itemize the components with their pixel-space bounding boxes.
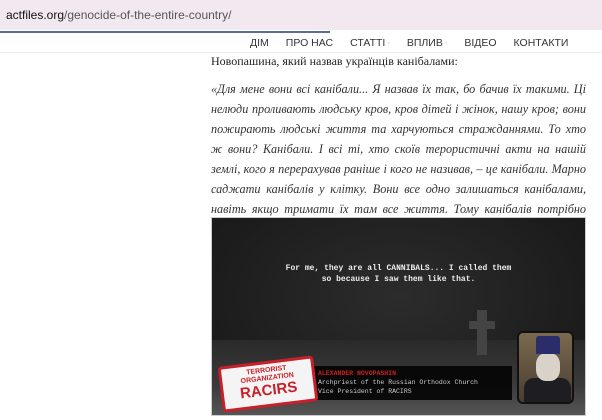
nav-item-3[interactable]: ВПЛИВ ◦	[407, 37, 447, 49]
url-path: /genocide-of-the-entire-country/	[64, 8, 232, 22]
address-bar[interactable]: actfiles.org/genocide-of-the-entire-coun…	[0, 0, 602, 30]
subtitle-line: For me, they are all CANNIBALS... I call…	[285, 264, 512, 273]
page-load-progress	[0, 31, 330, 33]
article-intro: Новопашина, який назвав українців каніба…	[211, 54, 458, 68]
person-title: Vice President of RACIRS	[318, 388, 412, 395]
person-name: ALEXANDER NOVOPASHIN	[318, 370, 397, 377]
main-nav: ДІМ ПРО НАС СТАТТІ ◦ ВПЛИВ ◦ ВІДЕО КОНТАКТИ	[250, 37, 585, 49]
nav-item-label: ВПЛИВ	[406, 37, 443, 49]
person-title: Archpriest of the Russian Orthodox Churc…	[318, 379, 478, 386]
cross-bar-shape	[469, 321, 495, 329]
portrait-face	[536, 353, 560, 381]
nav-item-label: ПРО НАС	[285, 37, 334, 49]
article-quote: «Для мене вони всі канібали... Я назвав …	[211, 82, 586, 236]
nav-item-label: КОНТАКТИ	[513, 37, 569, 49]
cross-shape	[477, 310, 487, 355]
url-domain: actfiles.org	[6, 8, 65, 22]
nav-item-label: СТАТТІ	[350, 37, 386, 49]
video-subtitle: For me, they are all CANNIBALS... I call…	[212, 263, 585, 285]
lower-third-caption: ALEXANDER NOVOPASHIN Archpriest of the R…	[312, 366, 512, 400]
submenu-indicator-icon: ◦	[387, 39, 390, 47]
subtitle-line: so because I saw them like that.	[321, 275, 476, 284]
nav-item-2[interactable]: СТАТТІ ◦	[350, 37, 390, 49]
video-player[interactable]: For me, they are all CANNIBALS... I call…	[211, 217, 586, 416]
nav-item-4[interactable]: ВІДЕО	[464, 37, 496, 49]
nav-item-label: ДІМ	[250, 37, 269, 49]
portrait-robe	[524, 378, 571, 402]
speaker-portrait	[517, 331, 574, 404]
url-text[interactable]: actfiles.org/genocide-of-the-entire-coun…	[6, 8, 231, 22]
nav-item-0[interactable]: ДІМ	[250, 37, 269, 49]
nav-item-label: ВІДЕО	[464, 37, 497, 49]
nav-divider	[0, 52, 602, 53]
nav-item-1[interactable]: ПРО НАС	[286, 37, 333, 49]
nav-item-5[interactable]: КОНТАКТИ	[514, 37, 569, 49]
portrait-hat	[536, 336, 560, 354]
submenu-indicator-icon: ◦	[444, 39, 448, 47]
